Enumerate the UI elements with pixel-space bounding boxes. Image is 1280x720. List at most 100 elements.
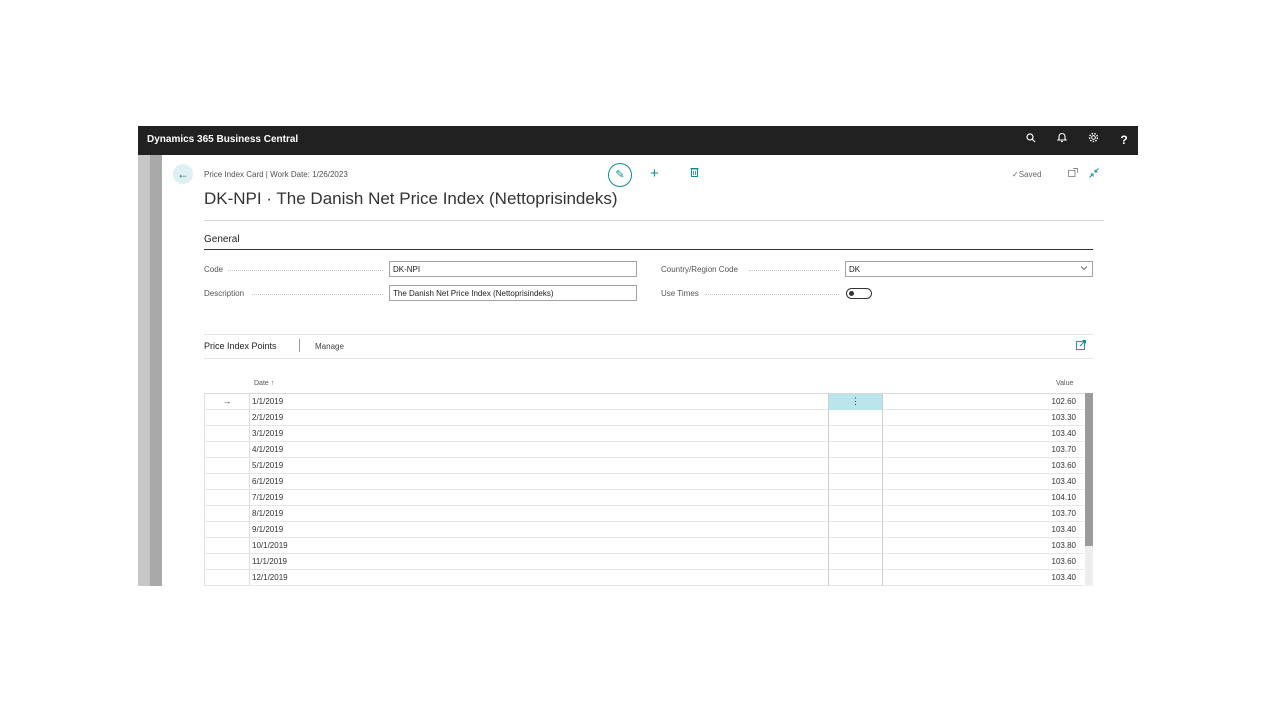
card-page: ← Price Index Card | Work Date: 1/26/202… [162,155,1138,586]
scrollbar-thumb[interactable] [1085,393,1093,546]
row-selector[interactable] [204,410,250,426]
manage-menu[interactable]: Manage [315,342,344,351]
collapse-button[interactable] [1089,168,1099,180]
general-section-title[interactable]: General [204,234,240,245]
date-cell[interactable]: 1/1/2019 [252,394,283,410]
row-actions-cell[interactable] [828,442,883,458]
date-cell[interactable]: 9/1/2019 [252,522,283,538]
table-row[interactable]: 4/1/2019 103.70 [204,442,1084,458]
table-row[interactable]: 9/1/2019 103.40 [204,522,1084,538]
breadcrumb: Price Index Card | Work Date: 1/26/2023 [204,170,348,179]
row-actions-cell[interactable] [828,410,883,426]
part-action-divider [204,358,1093,359]
table-row[interactable]: 10/1/2019 103.80 [204,538,1084,554]
row-selector[interactable] [204,554,250,570]
delete-button[interactable] [690,167,699,180]
row-selector[interactable] [204,506,250,522]
value-cell[interactable]: 103.30 [1052,410,1076,426]
table-row[interactable]: 12/1/2019 103.40 [204,570,1084,586]
row-selector[interactable] [204,490,250,506]
date-column-header[interactable]: Date ↑ [254,380,274,387]
row-selector[interactable] [204,522,250,538]
price-index-points-title[interactable]: Price Index Points [204,341,277,351]
bell-icon[interactable] [1054,132,1070,148]
row-selector[interactable] [204,474,250,490]
row-actions-cell[interactable] [828,474,883,490]
row-actions-ellipsis-icon[interactable]: ⋮ [828,394,883,410]
use-times-leader [705,294,839,295]
value-cell[interactable]: 103.40 [1052,570,1076,586]
edit-button[interactable]: ✎ [608,163,632,187]
part-top-divider [204,334,1093,335]
saved-status: ✓Saved [1012,170,1041,179]
date-cell[interactable]: 2/1/2019 [252,410,283,426]
value-cell[interactable]: 103.70 [1052,506,1076,522]
value-cell[interactable]: 104.10 [1052,490,1076,506]
use-times-toggle[interactable] [846,288,872,299]
table-row[interactable]: 3/1/2019 103.40 [204,426,1084,442]
date-cell[interactable]: 8/1/2019 [252,506,283,522]
search-icon[interactable] [1023,132,1039,148]
collapse-arrows-icon [1089,168,1099,180]
value-cell[interactable]: 103.40 [1052,426,1076,442]
row-selector[interactable] [204,458,250,474]
row-actions-cell[interactable] [828,570,883,586]
row-actions-cell[interactable] [828,490,883,506]
new-button[interactable]: + [650,165,659,183]
value-cell[interactable]: 103.80 [1052,538,1076,554]
row-actions-cell[interactable] [828,426,883,442]
row-selector[interactable] [204,538,250,554]
section-divider [204,249,1093,250]
date-cell[interactable]: 10/1/2019 [252,538,288,554]
grid-scrollbar[interactable] [1085,393,1093,586]
date-cell[interactable]: 3/1/2019 [252,426,283,442]
expand-part-button[interactable] [1076,340,1086,352]
table-row[interactable]: → 1/1/2019 ⋮ 102.60 [204,394,1084,410]
value-cell[interactable]: 103.40 [1052,522,1076,538]
date-cell[interactable]: 5/1/2019 [252,458,283,474]
date-cell[interactable]: 12/1/2019 [252,570,288,586]
open-in-page-icon [1076,340,1086,352]
navigation-rail-inner [150,155,162,586]
value-column-header[interactable]: Value [1056,380,1073,387]
value-cell[interactable]: 103.60 [1052,554,1076,570]
row-selector[interactable] [204,426,250,442]
row-actions-cell[interactable] [828,458,883,474]
row-pointer-arrow-icon[interactable]: → [204,394,250,410]
plus-icon: + [650,165,659,182]
value-cell[interactable]: 102.60 [1052,394,1076,410]
date-cell[interactable]: 7/1/2019 [252,490,283,506]
value-cell[interactable]: 103.40 [1052,474,1076,490]
row-selector[interactable] [204,442,250,458]
row-actions-cell[interactable] [828,522,883,538]
code-field[interactable]: DK-NPI [389,261,637,277]
table-row[interactable]: 2/1/2019 103.30 [204,410,1084,426]
table-row[interactable]: 8/1/2019 103.70 [204,506,1084,522]
date-cell[interactable]: 4/1/2019 [252,442,283,458]
table-row[interactable]: 11/1/2019 103.60 [204,554,1084,570]
gear-icon[interactable] [1085,132,1101,148]
description-field[interactable]: The Danish Net Price Index (Nettoprisind… [389,285,637,301]
table-row[interactable]: 7/1/2019 104.10 [204,490,1084,506]
value-cell[interactable]: 103.70 [1052,442,1076,458]
page-title: DK-NPI · The Danish Net Price Index (Net… [204,189,618,208]
table-row[interactable]: 5/1/2019 103.60 [204,458,1084,474]
row-actions-cell[interactable] [828,554,883,570]
value-cell[interactable]: 103.60 [1052,458,1076,474]
row-actions-cell[interactable] [828,506,883,522]
action-separator [299,339,300,352]
open-new-window-button[interactable] [1068,168,1078,179]
check-icon: ✓ [1012,170,1019,179]
table-row[interactable]: 6/1/2019 103.40 [204,474,1084,490]
country-region-code-select[interactable]: DK [845,261,1093,277]
row-actions-cell[interactable] [828,538,883,554]
description-leader [252,294,383,295]
open-new-window-icon [1068,168,1078,179]
date-cell[interactable]: 11/1/2019 [252,554,287,570]
back-button[interactable]: ← [173,164,193,184]
date-cell[interactable]: 6/1/2019 [252,474,283,490]
help-icon[interactable]: ? [1116,132,1132,148]
country-region-code-value: DK [849,265,861,274]
row-selector[interactable] [204,570,250,586]
arrow-left-icon: ← [177,167,189,181]
